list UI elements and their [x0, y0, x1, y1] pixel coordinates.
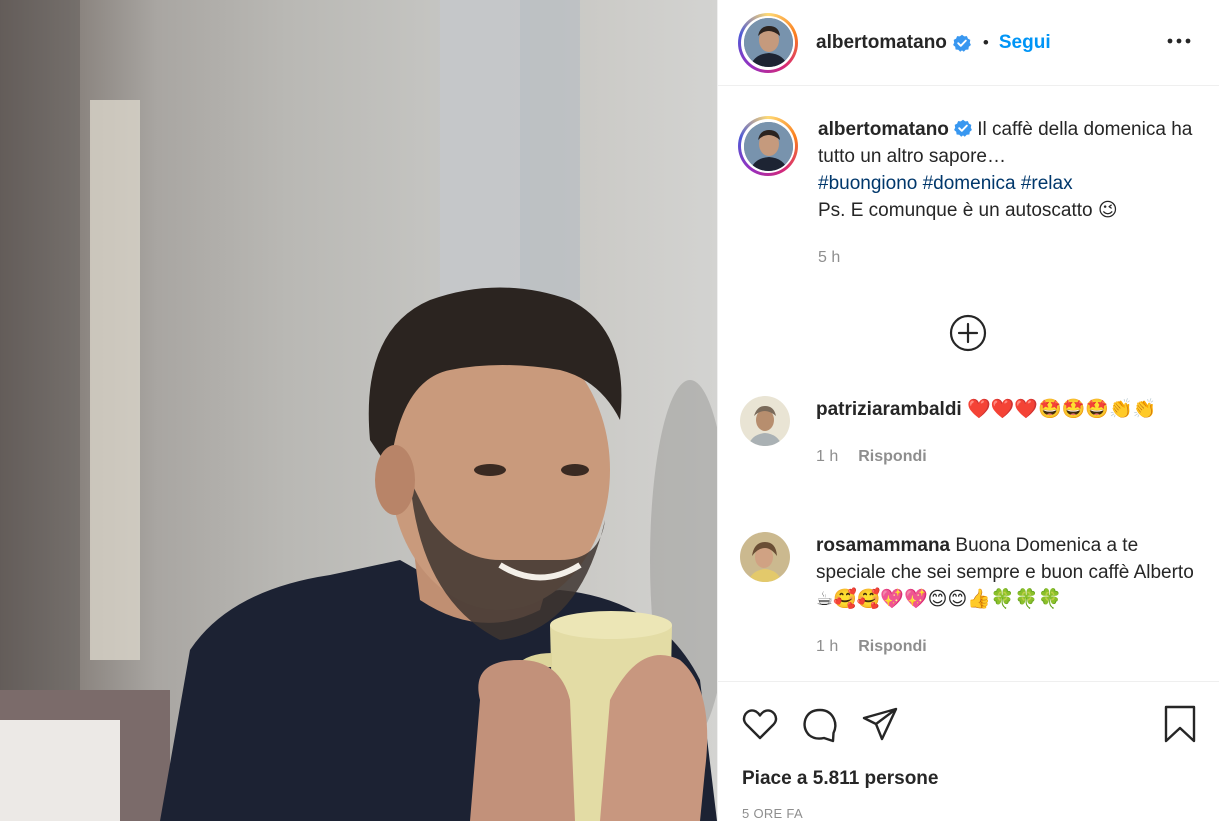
reply-button[interactable]: Rispondi [858, 443, 926, 470]
comment-time[interactable]: 1 h [816, 633, 838, 660]
share-icon[interactable] [860, 704, 900, 744]
caption-author-avatar[interactable] [738, 116, 798, 176]
comment-username[interactable]: patriziarambaldi [816, 399, 962, 420]
comment-meta: 1 h Rispondi [816, 633, 1201, 660]
more-horizontal-icon[interactable] [1166, 28, 1192, 54]
caption-time[interactable]: 5 h [818, 244, 1208, 271]
bookmark-icon[interactable] [1160, 704, 1200, 744]
comments-section[interactable]: albertomatano Il caffè della domenica ha… [718, 86, 1219, 681]
hashtag-link[interactable]: #buongiono [818, 173, 917, 194]
post-caption: albertomatano Il caffè della domenica ha… [738, 116, 1208, 271]
post-timestamp[interactable]: 5 ORE FA [742, 806, 803, 821]
comment-meta: 1 h Rispondi [816, 443, 1201, 470]
plus-circle-icon[interactable] [949, 314, 987, 352]
comment-item: rosamammana Buona Domenica a te speciale… [740, 532, 1201, 660]
comment-text: ❤️❤️❤️🤩🤩🤩👏👏 [961, 399, 1157, 420]
hashtag-link[interactable]: #relax [1021, 173, 1073, 194]
reply-button[interactable]: Rispondi [858, 633, 926, 660]
comment-time[interactable]: 1 h [816, 443, 838, 470]
author-username[interactable]: albertomatano [816, 32, 947, 54]
commenter-avatar[interactable] [740, 396, 790, 446]
comment-icon[interactable] [800, 704, 840, 744]
caption-username[interactable]: albertomatano [818, 119, 949, 140]
comment-item: patriziarambaldi ❤️❤️❤️🤩🤩🤩👏👏 1 h Rispond… [740, 396, 1201, 470]
avatar-image [740, 396, 790, 446]
author-avatar[interactable] [738, 12, 798, 73]
commenter-avatar[interactable] [740, 532, 790, 582]
verified-badge-icon [954, 119, 972, 137]
verified-badge-icon [953, 34, 971, 52]
avatar-image [740, 532, 790, 582]
comment-username[interactable]: rosamammana [816, 535, 950, 556]
caption-text: albertomatano Il caffè della domenica ha… [818, 116, 1208, 271]
likes-count[interactable]: Piace a 5.811 persone [742, 768, 938, 790]
heart-icon[interactable] [740, 704, 780, 744]
avatar-image [743, 18, 793, 67]
comment-body: rosamammana Buona Domenica a te speciale… [816, 532, 1201, 660]
post-header: albertomatano • Segui [718, 0, 1219, 86]
caption-line-2: Ps. E comunque è un autoscatto 😉 [818, 200, 1118, 221]
follow-button[interactable]: Segui [999, 32, 1051, 54]
hashtag-link[interactable]: #domenica [923, 173, 1016, 194]
post-side-panel: albertomatano • Segui albertomatano Il c… [717, 0, 1219, 821]
comment-body: patriziarambaldi ❤️❤️❤️🤩🤩🤩👏👏 1 h Rispond… [816, 396, 1201, 470]
post-actions: Piace a 5.811 persone 5 ORE FA [718, 681, 1219, 821]
post-photo[interactable] [0, 0, 717, 821]
post-photo-illustration [0, 0, 717, 821]
avatar-image [743, 121, 793, 171]
header-separator: • [982, 32, 989, 52]
